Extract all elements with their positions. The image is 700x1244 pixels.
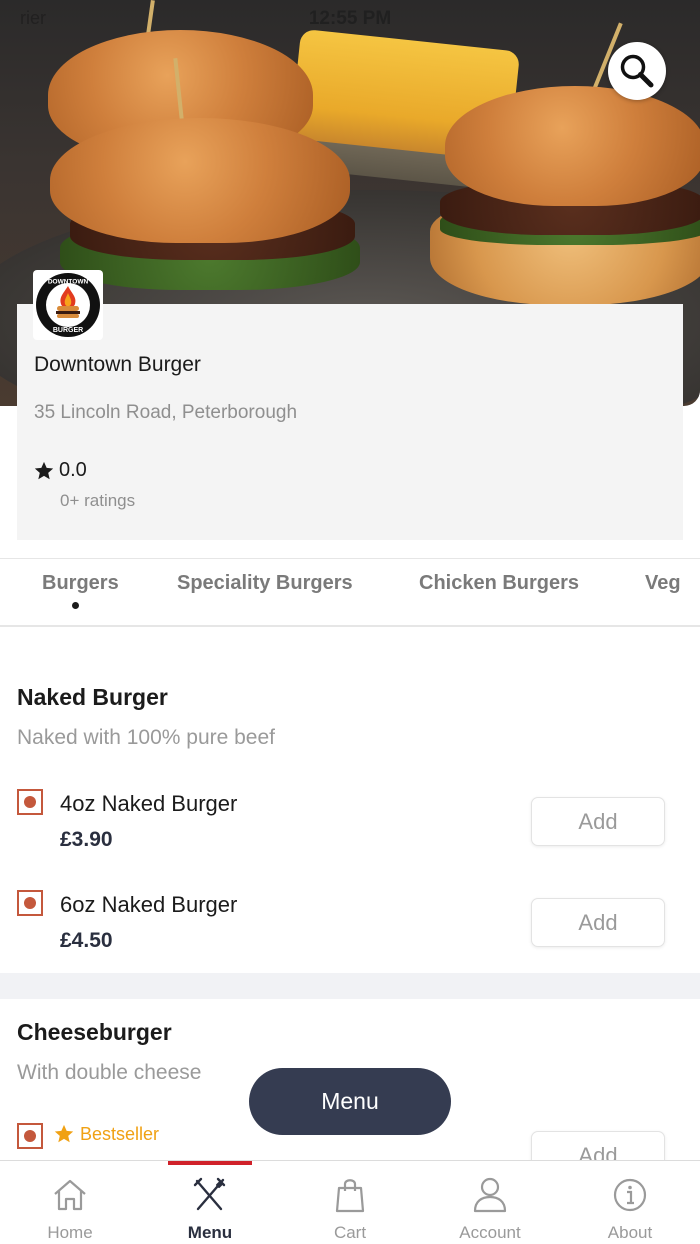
tab-burgers[interactable]: Burgers [42, 572, 119, 595]
search-button[interactable] [608, 42, 666, 100]
info-icon [613, 1178, 647, 1212]
svg-text:BURGER: BURGER [53, 327, 83, 334]
item-price: £4.50 [60, 929, 113, 952]
section-description: With double cheese [17, 1061, 202, 1084]
bestseller-badge: Bestseller [53, 1123, 159, 1145]
nav-label: About [607, 1223, 653, 1242]
nav-menu[interactable]: Menu [140, 1161, 280, 1244]
nav-label: Home [47, 1223, 93, 1242]
svg-text:DOWNTOWN: DOWNTOWN [48, 279, 89, 286]
section-description: Naked with 100% pure beef [17, 726, 275, 749]
item-name: 4oz Naked Burger [60, 791, 238, 816]
tab-speciality-burgers[interactable]: Speciality Burgers [177, 572, 353, 595]
section-divider [0, 973, 700, 999]
nav-account[interactable]: Account [420, 1161, 560, 1244]
tab-chicken-burgers[interactable]: Chicken Burgers [419, 572, 579, 595]
nav-label: Menu [187, 1223, 233, 1242]
rating-count: 0+ ratings [60, 491, 136, 510]
food-type-icon [17, 890, 43, 916]
star-icon [34, 461, 54, 479]
section-title: Naked Burger [17, 684, 168, 710]
restaurant-address: 35 Lincoln Road, Peterborough [34, 402, 298, 423]
bottom-navigation: Home Menu Cart Account About [0, 1160, 700, 1244]
item-price: £3.90 [60, 828, 113, 851]
active-tab-indicator [72, 602, 79, 609]
section-title: Cheeseburger [17, 1019, 172, 1045]
category-tabs: Burgers Speciality Burgers Chicken Burge… [0, 558, 700, 627]
nav-cart[interactable]: Cart [280, 1161, 420, 1244]
clock: 12:55 PM [308, 8, 392, 29]
home-icon [54, 1179, 86, 1211]
search-icon [620, 54, 654, 88]
nav-home[interactable]: Home [0, 1161, 140, 1244]
add-button[interactable]: Add [531, 898, 665, 947]
star-icon [54, 1124, 74, 1143]
add-button[interactable]: Add [531, 797, 665, 846]
item-name: 6oz Naked Burger [60, 892, 238, 917]
bestseller-label: Bestseller [80, 1123, 160, 1144]
rating: 0.0 [33, 459, 87, 482]
status-bar: rier 12:55 PM [0, 0, 700, 36]
nav-about[interactable]: About [560, 1161, 700, 1244]
tab-veg[interactable]: Veg [645, 572, 681, 595]
restaurant-logo: DOWNTOWN BURGER [33, 270, 103, 340]
nav-label: Account [459, 1223, 521, 1242]
user-icon [473, 1177, 507, 1213]
restaurant-name: Downtown Burger [34, 353, 201, 376]
fork-knife-icon [193, 1177, 226, 1211]
bag-icon [335, 1179, 365, 1213]
nav-label: Cart [333, 1223, 367, 1242]
food-type-icon [17, 789, 43, 815]
food-type-icon [17, 1123, 43, 1149]
floating-menu-button[interactable]: Menu [249, 1068, 451, 1135]
rating-value: 0.0 [59, 459, 87, 481]
